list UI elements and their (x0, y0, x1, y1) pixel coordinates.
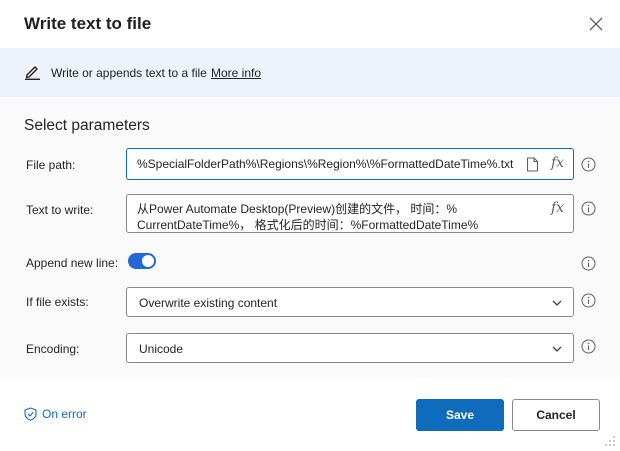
dialog-header: Write text to file (0, 0, 620, 48)
if-file-exists-label: If file exists: (26, 295, 89, 309)
file-path-input[interactable]: %SpecialFolderPath%\Regions\%Region%\%Fo… (126, 148, 574, 180)
append-new-line-label: Append new line: (26, 256, 119, 270)
text-to-write-input[interactable]: 从Power Automate Desktop(Preview)创建的文件， 时… (126, 194, 574, 233)
section-title: Select parameters (24, 117, 150, 134)
info-icon[interactable] (581, 339, 596, 354)
encoding-value: Unicode (139, 342, 184, 356)
if-file-exists-value: Overwrite existing content (139, 296, 278, 310)
dialog-footer: On error Save Cancel (0, 379, 620, 451)
text-to-write-label: Text to write: (26, 203, 94, 217)
more-info-link[interactable]: More info (211, 66, 261, 80)
append-new-line-toggle[interactable] (128, 253, 156, 269)
if-file-exists-select[interactable]: Overwrite existing content (126, 287, 574, 317)
fx-icon[interactable]: fx (551, 155, 564, 171)
info-banner: Write or appends text to a file More inf… (0, 48, 620, 97)
chevron-down-icon (552, 346, 562, 352)
shield-icon (24, 407, 37, 421)
parameters-panel: Select parameters File path: %SpecialFol… (0, 97, 620, 379)
chevron-down-icon (552, 300, 562, 306)
resize-grip-icon[interactable] (604, 435, 616, 447)
text-to-write-line2: CurrentDateTime%， 格式化后的时间：%FormattedDate… (137, 218, 479, 232)
file-icon[interactable] (526, 157, 539, 172)
dialog-title: Write text to file (24, 14, 152, 33)
info-icon[interactable] (581, 157, 596, 172)
file-path-value: %SpecialFolderPath%\Regions\%Region%\%Fo… (137, 157, 514, 171)
text-to-write-line1: 从Power Automate Desktop(Preview)创建的文件， 时… (137, 202, 458, 216)
save-button[interactable]: Save (416, 399, 504, 431)
cancel-button[interactable]: Cancel (512, 399, 600, 431)
info-icon[interactable] (581, 293, 596, 308)
toggle-knob (142, 255, 154, 267)
close-icon[interactable] (586, 14, 606, 34)
encoding-label: Encoding: (26, 342, 80, 356)
encoding-select[interactable]: Unicode (126, 333, 574, 363)
fx-icon[interactable]: fx (551, 200, 564, 216)
file-path-label: File path: (26, 158, 76, 172)
on-error-button[interactable]: On error (24, 407, 87, 421)
info-icon[interactable] (581, 201, 596, 216)
pen-icon (25, 66, 40, 80)
info-icon[interactable] (581, 256, 596, 271)
banner-description: Write or appends text to a file (51, 66, 207, 80)
on-error-label: On error (42, 407, 87, 421)
